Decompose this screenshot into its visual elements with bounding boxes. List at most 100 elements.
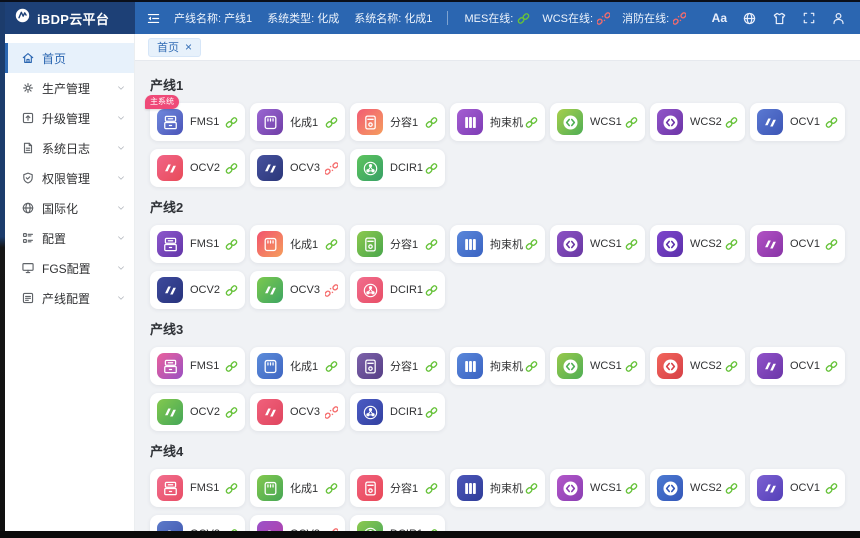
device-card[interactable]: 化成1 xyxy=(250,469,345,507)
device-card[interactable]: FMS1 xyxy=(150,469,245,507)
device-card[interactable]: 分容1 xyxy=(350,469,445,507)
device-card[interactable]: OCV3 xyxy=(250,271,345,309)
link-broken-icon[interactable] xyxy=(325,284,338,297)
sidebar-item-8[interactable]: 产线配置 xyxy=(5,283,134,313)
language-icon[interactable] xyxy=(742,11,757,26)
device-card[interactable]: 化成1 xyxy=(250,347,345,385)
device-card[interactable]: OCV1 xyxy=(750,225,845,263)
device-card[interactable]: 拘束机 xyxy=(450,225,545,263)
device-card[interactable]: WCS2 xyxy=(650,103,745,141)
device-card[interactable]: OCV2 xyxy=(150,393,245,431)
link-online-icon[interactable] xyxy=(825,360,838,373)
link-online-icon[interactable] xyxy=(825,482,838,495)
wcs-icon xyxy=(657,109,683,135)
link-broken-icon[interactable] xyxy=(325,162,338,175)
device-card[interactable]: OCV2 xyxy=(150,149,245,187)
user-icon[interactable] xyxy=(831,11,846,26)
device-card[interactable]: 拘束机 xyxy=(450,347,545,385)
device-card[interactable]: OCV2 xyxy=(150,515,245,531)
link-online-icon[interactable] xyxy=(325,238,338,251)
link-online-icon[interactable] xyxy=(325,482,338,495)
sidebar-item-5[interactable]: 国际化 xyxy=(5,193,134,223)
link-online-icon[interactable] xyxy=(625,116,638,129)
sidebar-item-4[interactable]: 权限管理 xyxy=(5,163,134,193)
link-online-icon[interactable] xyxy=(225,238,238,251)
link-online-icon[interactable] xyxy=(225,482,238,495)
sidebar-collapse-icon[interactable] xyxy=(146,11,161,26)
device-card[interactable]: WCS2 xyxy=(650,225,745,263)
device-card[interactable]: 化成1 xyxy=(250,103,345,141)
theme-icon[interactable] xyxy=(772,11,787,26)
device-card[interactable]: 分容1 xyxy=(350,103,445,141)
link-online-icon[interactable] xyxy=(425,528,438,532)
link-online-icon[interactable] xyxy=(625,482,638,495)
link-online-icon[interactable] xyxy=(425,284,438,297)
device-card[interactable]: DCIR1 xyxy=(350,393,445,431)
link-online-icon[interactable] xyxy=(225,284,238,297)
link-online-icon[interactable] xyxy=(425,116,438,129)
device-card[interactable]: 化成1 xyxy=(250,225,345,263)
sidebar-item-3[interactable]: 系统日志 xyxy=(5,133,134,163)
device-card[interactable]: DCIR1 xyxy=(350,271,445,309)
device-card[interactable]: FMS1 xyxy=(150,347,245,385)
device-card[interactable]: OCV3 xyxy=(250,149,345,187)
link-online-icon[interactable] xyxy=(225,116,238,129)
link-online-icon[interactable] xyxy=(425,482,438,495)
link-online-icon[interactable] xyxy=(725,360,738,373)
link-online-icon[interactable] xyxy=(525,238,538,251)
link-online-icon[interactable] xyxy=(525,360,538,373)
link-online-icon[interactable] xyxy=(325,116,338,129)
link-online-icon[interactable] xyxy=(425,238,438,251)
device-card[interactable]: DCIR1 xyxy=(350,515,445,531)
device-card[interactable]: WCS1 xyxy=(550,225,645,263)
device-card[interactable]: WCS1 xyxy=(550,103,645,141)
link-online-icon[interactable] xyxy=(725,238,738,251)
link-online-icon[interactable] xyxy=(725,482,738,495)
sidebar-item-2[interactable]: 升级管理 xyxy=(5,103,134,133)
device-card[interactable]: 拘束机 xyxy=(450,469,545,507)
link-online-icon[interactable] xyxy=(625,238,638,251)
link-broken-icon[interactable] xyxy=(325,528,338,532)
link-online-icon[interactable] xyxy=(525,482,538,495)
link-online-icon[interactable] xyxy=(525,116,538,129)
link-online-icon[interactable] xyxy=(425,162,438,175)
sidebar-item-1[interactable]: 生产管理 xyxy=(5,73,134,103)
device-card[interactable]: FMS1 xyxy=(150,225,245,263)
device-card[interactable]: OCV3 xyxy=(250,393,345,431)
tab-0[interactable]: 首页× xyxy=(148,38,201,57)
link-online-icon[interactable] xyxy=(225,528,238,532)
link-online-icon[interactable] xyxy=(425,406,438,419)
device-card[interactable]: OCV1 xyxy=(750,103,845,141)
fullscreen-icon[interactable] xyxy=(802,11,816,25)
link-online-icon[interactable] xyxy=(825,238,838,251)
tab-close-icon[interactable]: × xyxy=(185,41,192,53)
device-card[interactable]: OCV1 xyxy=(750,347,845,385)
link-online-icon[interactable] xyxy=(425,360,438,373)
link-online-icon[interactable] xyxy=(225,360,238,373)
link-online-icon[interactable] xyxy=(625,360,638,373)
link-online-icon[interactable] xyxy=(225,162,238,175)
device-card[interactable]: 拘束机 xyxy=(450,103,545,141)
link-online-icon[interactable] xyxy=(325,360,338,373)
font-size-icon[interactable]: Aa xyxy=(712,12,727,24)
link-online-icon[interactable] xyxy=(725,116,738,129)
link-broken-icon[interactable] xyxy=(325,406,338,419)
device-card[interactable]: DCIR1 xyxy=(350,149,445,187)
device-card[interactable]: OCV1 xyxy=(750,469,845,507)
device-card[interactable]: 分容1 xyxy=(350,225,445,263)
chevron-down-icon xyxy=(116,143,126,153)
sidebar-item-6[interactable]: 配置 xyxy=(5,223,134,253)
device-card[interactable]: WCS2 xyxy=(650,347,745,385)
link-online-icon[interactable] xyxy=(225,406,238,419)
sidebar-item-7[interactable]: FGS配置 xyxy=(5,253,134,283)
sidebar-item-0[interactable]: 首页 xyxy=(5,43,134,73)
device-card[interactable]: WCS1 xyxy=(550,347,645,385)
link-online-icon[interactable] xyxy=(825,116,838,129)
device-card[interactable]: WCS1 xyxy=(550,469,645,507)
device-card[interactable]: OCV3 xyxy=(250,515,345,531)
device-card[interactable]: OCV2 xyxy=(150,271,245,309)
status-label: MES在线: xyxy=(464,10,513,26)
device-card[interactable]: 分容1 xyxy=(350,347,445,385)
device-card[interactable]: WCS2 xyxy=(650,469,745,507)
device-card[interactable]: 主系统FMS1 xyxy=(150,103,245,141)
